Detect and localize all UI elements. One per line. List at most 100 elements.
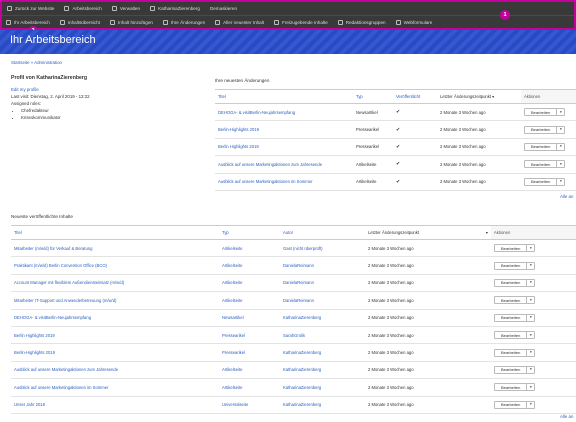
- edit-button[interactable]: Bearbeiten: [495, 349, 528, 357]
- row-title-link[interactable]: Ausblick auf unsere Marketingaktionen zu…: [215, 155, 353, 174]
- row-author-link[interactable]: KatharinaZierenberg: [280, 396, 365, 414]
- toolbar-row-primary: Zurück zur Website Arbeitsbereich Verwal…: [2, 2, 574, 15]
- sort-desc-icon: ▾: [485, 230, 488, 235]
- chevron-down-icon[interactable]: ▾: [557, 109, 564, 116]
- col-published[interactable]: Veröffentlicht: [393, 89, 437, 104]
- row-title-link[interactable]: Account Manager mit flexiblem Außendiens…: [11, 274, 219, 293]
- row-title-link[interactable]: Berlin Highlights 2019: [11, 326, 219, 345]
- edit-profile-link[interactable]: Edit my profile: [11, 87, 201, 92]
- chevron-down-icon[interactable]: ▾: [527, 349, 534, 356]
- toolbar-item-webforms[interactable]: Webformulare: [395, 19, 432, 25]
- toolbar-item-back-to-site[interactable]: Zurück zur Website: [7, 6, 54, 11]
- edit-button[interactable]: Bearbeiten: [495, 383, 528, 391]
- row-type-link[interactable]: Artikelseite: [219, 239, 280, 258]
- row-type-link[interactable]: Pressearikel: [219, 343, 280, 362]
- edit-button[interactable]: Bearbeiten: [525, 143, 558, 151]
- row-title-link[interactable]: Ausblick auf unsere Marketingaktionen zu…: [11, 361, 219, 380]
- chevron-down-icon[interactable]: ▾: [557, 126, 564, 133]
- chevron-down-icon[interactable]: ▾: [527, 297, 534, 304]
- edit-button[interactable]: Bearbeiten: [495, 279, 528, 287]
- edit-button[interactable]: Bearbeiten: [495, 244, 528, 252]
- chevron-down-icon[interactable]: ▾: [527, 332, 534, 339]
- col-type[interactable]: Typ: [219, 225, 280, 240]
- toolbar-item-workspace[interactable]: Arbeitsbereich: [64, 6, 102, 11]
- row-type-link[interactable]: Universalseite: [219, 396, 280, 414]
- row-title-link[interactable]: Berlin Highlights 2019: [215, 138, 353, 157]
- row-author-link[interactable]: KatharinaZierenberg: [280, 378, 365, 397]
- toolbar-item-editorial-groups[interactable]: Redaktionsgruppen: [337, 19, 386, 25]
- edit-button[interactable]: Bearbeiten: [525, 126, 558, 134]
- row-author-link[interactable]: DanielaReimann: [280, 274, 365, 293]
- row-type-link[interactable]: Artikelseite: [219, 291, 280, 310]
- toolbar-item-newest-content[interactable]: Aller neuester Inhalt: [215, 19, 264, 25]
- chevron-down-icon[interactable]: ▾: [527, 314, 534, 321]
- row-type-link[interactable]: Artikelseite: [219, 256, 280, 275]
- actions-cell: Bearbeiten ▾: [491, 256, 576, 275]
- edit-button[interactable]: Bearbeiten: [495, 296, 528, 304]
- row-title-link[interactable]: Unser Jahr 2018: [11, 396, 219, 414]
- chevron-down-icon[interactable]: ▾: [527, 401, 534, 408]
- edit-button[interactable]: Bearbeiten: [495, 262, 528, 270]
- row-title-link[interactable]: Ausblick auf unsere Marketingaktionen im…: [11, 378, 219, 397]
- toolbar-item-my-workspace[interactable]: Ihr Arbeitsbereich: [6, 19, 50, 25]
- edit-button[interactable]: Bearbeiten: [495, 366, 528, 374]
- edit-button[interactable]: Bearbeiten: [525, 178, 558, 186]
- breadcrumb[interactable]: Startseite » Administration: [11, 60, 62, 65]
- row-title-link[interactable]: Mitarbeiter (m/w/d) für Verkauf & Beratu…: [11, 239, 219, 258]
- edit-button[interactable]: Bearbeiten: [495, 331, 528, 339]
- chevron-down-icon[interactable]: ▾: [527, 245, 534, 252]
- edit-button[interactable]: Bearbeiten: [495, 401, 528, 409]
- row-type-link[interactable]: Pressearikel: [219, 326, 280, 345]
- col-type[interactable]: Typ: [353, 89, 393, 104]
- edit-button[interactable]: Bearbeiten: [495, 314, 528, 322]
- row-title-link[interactable]: Berlin-Highlights 2019: [215, 120, 353, 139]
- chevron-down-icon[interactable]: ▾: [527, 366, 534, 373]
- plus-icon: [109, 19, 115, 25]
- col-author[interactable]: Autor: [280, 225, 365, 240]
- toolbar-item-content-overview[interactable]: Inhaltsübersicht: [59, 19, 100, 25]
- toolbar-item-manage[interactable]: Verwalten: [111, 6, 140, 11]
- col-title[interactable]: Titel: [11, 225, 219, 240]
- toolbar-item-unmask[interactable]: Demaskieren: [210, 6, 237, 11]
- col-changed[interactable]: Letzter Änderungszeitpunkt ▾: [365, 225, 491, 240]
- col-changed[interactable]: Letzter Änderungszeitpunkt ▾: [437, 89, 521, 104]
- row-author-link[interactable]: SarahGrolik: [280, 326, 365, 345]
- page-title: Ihr Arbeitsbereich: [10, 34, 96, 46]
- row-author-link[interactable]: KatharinaZierenberg: [280, 343, 365, 362]
- edit-button[interactable]: Bearbeiten: [525, 160, 558, 168]
- row-title-link[interactable]: DEHOGA- & visitBerlin-Neujahrsempfang: [215, 103, 353, 122]
- chevron-down-icon[interactable]: ▾: [527, 262, 534, 269]
- row-author-link[interactable]: DanielaReimann: [280, 291, 365, 310]
- edit-button[interactable]: Bearbeiten: [525, 108, 558, 116]
- toolbar-item-add-content[interactable]: Inhalt hinzufügen: [109, 19, 153, 25]
- row-title-link[interactable]: Ausblick auf unsere Marketingaktionen im…: [215, 173, 353, 191]
- row-type-link[interactable]: Artikelseite: [219, 274, 280, 293]
- toolbar-item-user[interactable]: KatharinaZierenberg: [150, 6, 200, 11]
- col-title[interactable]: Titel: [215, 89, 353, 104]
- row-changed: 2 Monate 3 Wochen ago: [365, 309, 491, 327]
- changes-more-link[interactable]: Alle an: [560, 194, 573, 199]
- chevron-down-icon[interactable]: ▾: [527, 384, 534, 391]
- row-type-link[interactable]: Artikelseite: [219, 361, 280, 380]
- chevron-down-icon[interactable]: ▾: [527, 279, 534, 286]
- row-title-link[interactable]: Mitarbeiter IT-Support und Anwenderbetre…: [11, 291, 219, 310]
- published-check-icon: ✔: [393, 173, 437, 191]
- row-author-link[interactable]: KatharinaZierenberg: [280, 361, 365, 380]
- row-type-link[interactable]: Newsartikel: [219, 309, 280, 327]
- chevron-down-icon[interactable]: ▾: [557, 178, 564, 185]
- toolbar-item-my-changes[interactable]: Ihre Änderungen: [162, 19, 205, 25]
- chevron-down-icon[interactable]: ▾: [557, 143, 564, 150]
- row-author-link[interactable]: Gast (nicht überprüft): [280, 239, 365, 258]
- actions-cell: Bearbeiten ▾: [491, 343, 576, 362]
- toolbar-item-approval[interactable]: Freizugebende Inhalte: [274, 19, 328, 25]
- row-author-link[interactable]: KatharinaZierenberg: [280, 309, 365, 327]
- recent-more-link[interactable]: Alle an: [560, 414, 573, 419]
- row-title-link[interactable]: Berlin-Highlights 2019: [11, 343, 219, 362]
- row-title-link[interactable]: Praktikant (m/w/d) Berlin Convention Off…: [11, 256, 219, 275]
- row-title-link[interactable]: DEHOGA- & visitBerlin-Neujahrsempfang: [11, 309, 219, 327]
- table-row: Berlin Highlights 2019 Pressearikel SarahG…: [11, 326, 576, 345]
- row-type-link[interactable]: Artikelseite: [219, 378, 280, 397]
- chevron-down-icon[interactable]: ▾: [557, 161, 564, 168]
- row-author-link[interactable]: DanielaReimann: [280, 256, 365, 275]
- edit-split-button: Bearbeiten ▾: [524, 142, 566, 151]
